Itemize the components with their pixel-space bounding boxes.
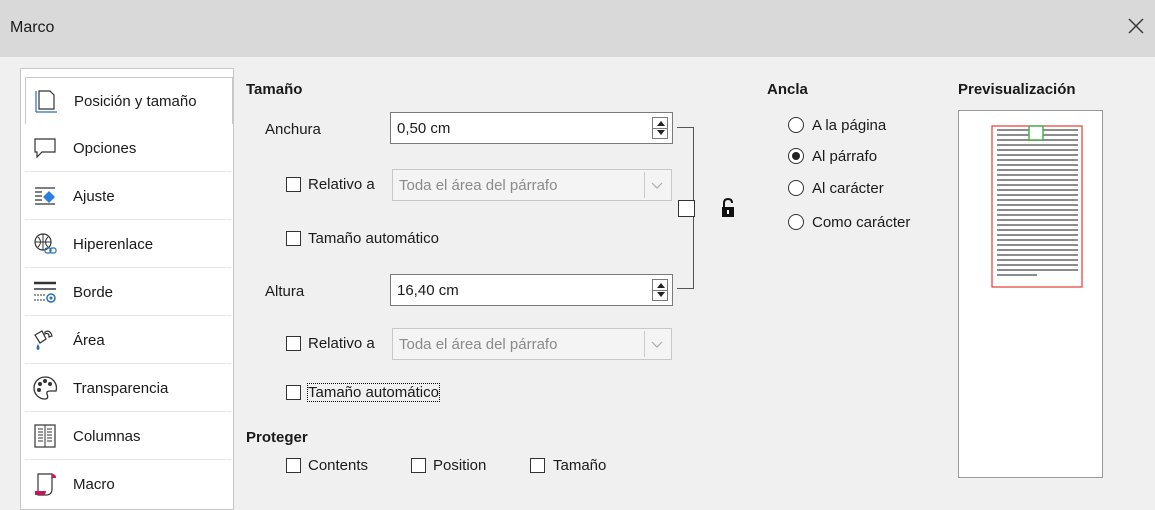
sidebar-item-transparencia[interactable]: Transparencia <box>25 365 231 412</box>
wrap-icon <box>31 182 59 210</box>
dialog-title: Marco <box>10 19 55 36</box>
ratio-bracket-bottom <box>677 288 694 289</box>
width-spin-button[interactable] <box>652 117 668 139</box>
size-heading: Tamaño <box>246 81 303 98</box>
unlock-icon <box>721 197 735 218</box>
protect-size-checkbox[interactable] <box>530 458 545 473</box>
protect-heading: Proteger <box>246 429 308 446</box>
width-spinfield[interactable]: 0,50 cm <box>390 112 673 144</box>
height-relative-checkbox[interactable] <box>286 336 301 351</box>
anchor-as-character-radio[interactable] <box>788 214 804 230</box>
anchor-as-character-label: Como carácter <box>812 214 911 231</box>
width-label: Anchura <box>265 121 321 138</box>
sidebar-item-borde[interactable]: Borde <box>25 269 231 316</box>
speech-bubble-icon <box>31 134 59 162</box>
hyperlink-globe-icon <box>31 230 59 258</box>
protect-size-label: Tamaño <box>553 457 607 474</box>
sidebar-item-columnas[interactable]: Columnas <box>25 413 231 460</box>
title-bar: Marco <box>0 0 1155 57</box>
protect-contents-checkbox[interactable] <box>286 458 301 473</box>
sidebar-item-label: Posición y tamaño <box>74 92 197 110</box>
sidebar-item-opciones[interactable]: Opciones <box>25 125 231 172</box>
macro-icon <box>31 470 59 498</box>
height-spinfield[interactable]: 16,40 cm <box>390 274 673 306</box>
width-relative-value: Toda el área del párrafo <box>399 177 558 194</box>
chevron-down-icon <box>644 331 669 357</box>
protect-position-label: Position <box>433 457 487 474</box>
anchor-heading: Ancla <box>767 81 808 98</box>
sidebar-item-label: Borde <box>73 283 114 301</box>
sidebar-item-macro[interactable]: Macro <box>25 461 231 507</box>
area-fill-icon <box>31 326 59 354</box>
sidebar-item-area[interactable]: Área <box>25 317 231 364</box>
chevron-down-icon <box>644 172 669 198</box>
sidebar-item-label: Área <box>73 331 105 349</box>
sidebar: Posición y tamaño Opciones Ajuste Hipere… <box>20 68 234 510</box>
keep-ratio-checkbox[interactable] <box>678 200 695 217</box>
width-relative-label: Relativo a <box>308 176 375 193</box>
height-relative-label: Relativo a <box>308 335 375 352</box>
sidebar-item-posicion-tamano[interactable]: Posición y tamaño <box>25 77 233 124</box>
height-value: 16,40 cm <box>397 282 459 299</box>
anchor-page-radio[interactable] <box>788 117 804 133</box>
sidebar-item-label: Opciones <box>73 139 137 157</box>
protect-position-checkbox[interactable] <box>411 458 426 473</box>
sidebar-item-ajuste[interactable]: Ajuste <box>25 173 231 220</box>
anchor-paragraph-label: Al párrafo <box>812 148 878 165</box>
ratio-bracket-top <box>677 127 694 128</box>
sidebar-item-label: Ajuste <box>73 187 115 205</box>
transparency-palette-icon <box>31 374 59 402</box>
width-auto-label: Tamaño automático <box>308 230 439 247</box>
close-icon[interactable] <box>1123 13 1149 39</box>
sidebar-item-label: Transparencia <box>73 379 169 397</box>
sidebar-item-label: Columnas <box>73 427 141 445</box>
height-spin-button[interactable] <box>652 279 668 301</box>
width-relative-checkbox[interactable] <box>286 177 301 192</box>
anchor-page-label: A la página <box>812 117 887 134</box>
columns-icon <box>31 422 59 450</box>
sidebar-item-label: Hiperenlace <box>73 235 154 253</box>
preview-page <box>991 125 1083 288</box>
anchor-paragraph-radio[interactable] <box>788 148 804 164</box>
width-value: 0,50 cm <box>397 120 451 137</box>
height-relative-value: Toda el área del párrafo <box>399 336 558 353</box>
sidebar-item-label: Macro <box>73 475 115 493</box>
border-icon <box>31 278 59 306</box>
height-auto-label: Tamaño automático <box>307 383 440 402</box>
width-auto-checkbox[interactable] <box>286 231 301 246</box>
anchor-character-label: Al carácter <box>812 180 884 197</box>
height-relative-select[interactable]: Toda el área del párrafo <box>392 328 672 360</box>
anchor-character-radio[interactable] <box>788 180 804 196</box>
sidebar-item-hiperenlace[interactable]: Hiperenlace <box>25 221 231 268</box>
width-relative-select[interactable]: Toda el área del párrafo <box>392 169 672 201</box>
position-size-icon <box>32 87 60 115</box>
preview-heading: Previsualización <box>958 81 1076 98</box>
height-auto-checkbox[interactable] <box>286 385 301 400</box>
protect-contents-label: Contents <box>308 457 369 474</box>
height-label: Altura <box>265 283 305 300</box>
preview-panel <box>958 110 1103 478</box>
